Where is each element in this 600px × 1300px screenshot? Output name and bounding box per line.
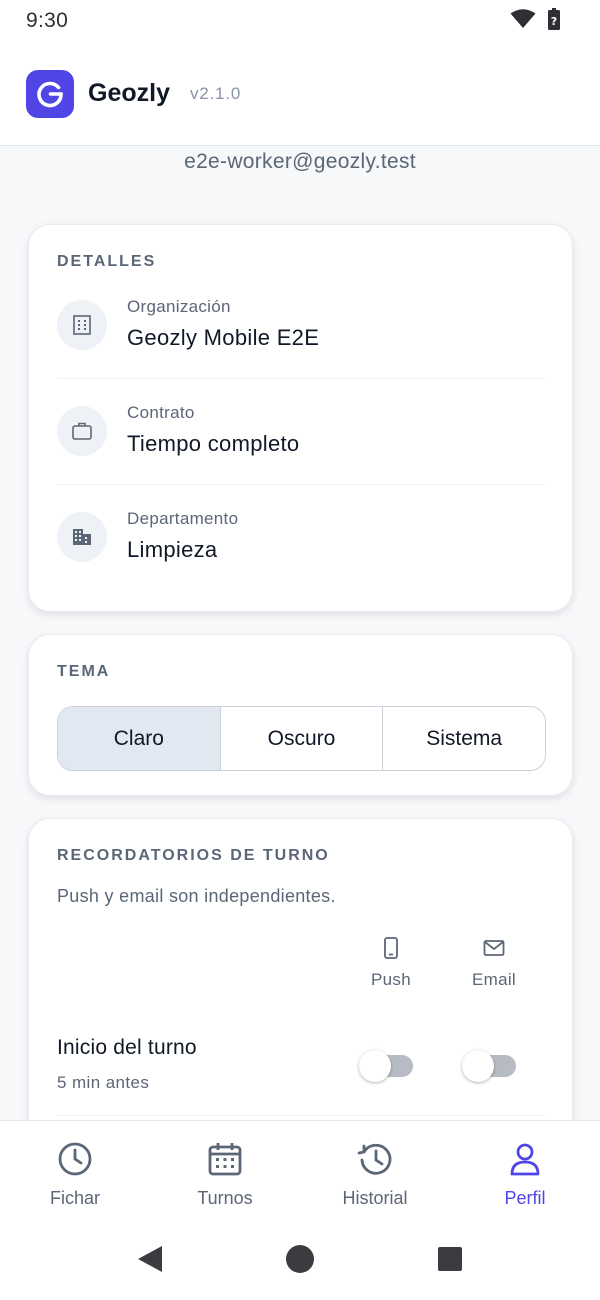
detail-value: Geozly Mobile E2E [127,325,320,350]
department-icon [57,512,107,562]
calendar-icon [207,1141,243,1182]
detail-value: Tiempo completo [127,431,300,456]
app-logo [26,69,74,118]
details-card: DETALLES Organización Geozly Mobile E2E [28,224,573,612]
app-header: Geozly v2.1.0 [0,42,600,146]
phone-icon [383,937,399,963]
status-icons: ? [510,7,560,35]
toggle-thumb [359,1050,391,1082]
back-icon[interactable] [138,1246,162,1272]
channel-email-header: Email [464,937,524,990]
building-icon [57,300,107,350]
detail-value: Limpieza [127,537,218,562]
channel-push-label: Push [371,970,411,989]
system-nav-bar [0,1224,600,1300]
detail-row-contract: Contrato Tiempo completo [57,379,546,485]
nav-label: Turnos [197,1188,253,1208]
reminder-title: Inicio del turno [57,1036,197,1059]
theme-selector[interactable]: Claro Oscuro Sistema [57,706,546,771]
mail-icon [483,940,505,963]
home-icon[interactable] [286,1245,314,1273]
status-time: 9:30 [26,9,69,32]
briefcase-icon [57,406,107,456]
recents-icon[interactable] [438,1247,462,1271]
nav-item-historial[interactable]: Historial [300,1121,450,1224]
profile-content[interactable]: e2e-worker@geozly.test DETALLES Organiza… [0,146,600,1120]
user-email: e2e-worker@geozly.test [184,150,416,173]
theme-card: TEMA Claro Oscuro Sistema [28,634,573,796]
geozly-logo-icon [37,81,63,107]
reminder-push-toggle[interactable] [359,1050,415,1082]
detail-label: Contrato [127,403,195,422]
clock-icon [57,1141,93,1182]
battery-icon: ? [548,7,560,35]
person-icon [507,1141,543,1182]
theme-option-system[interactable]: Sistema [383,707,545,770]
detail-label: Organización [127,297,231,316]
status-bar: 9:30 ? [0,0,600,42]
svg-text:?: ? [551,15,557,28]
toggle-thumb [462,1050,494,1082]
nav-item-turnos[interactable]: Turnos [150,1121,300,1224]
nav-label: Fichar [49,1188,100,1208]
theme-title: TEMA [57,663,111,680]
reminder-subtitle: 5 min antes [57,1073,150,1092]
nav-item-fichar[interactable]: Fichar [0,1121,150,1224]
theme-option-dark[interactable]: Oscuro [221,707,384,770]
history-icon [357,1141,393,1182]
wifi-icon [510,8,536,34]
reminder-divider [57,1115,546,1116]
channel-email-label: Email [471,970,516,989]
nav-label: Historial [342,1188,408,1208]
bottom-nav: Fichar Turnos Historial Perfil [0,1120,600,1224]
nav-item-perfil[interactable]: Perfil [450,1121,600,1224]
detail-row-department: Departamento Limpieza [57,485,546,591]
reminders-subtitle: Push y email son independientes. [57,886,336,906]
app-name: Geozly [88,79,170,107]
detail-label: Departamento [127,509,239,528]
channel-push-header: Push [361,937,421,990]
details-title: DETALLES [57,253,157,270]
theme-option-light[interactable]: Claro [58,707,221,770]
shift-reminders-card: RECORDATORIOS DE TURNO Push y email son … [28,818,573,1120]
detail-row-organization: Organización Geozly Mobile E2E [57,273,546,379]
reminders-title: RECORDATORIOS DE TURNO [57,847,330,864]
app-version: v2.1.0 [189,83,242,103]
nav-label: Perfil [504,1188,546,1208]
reminder-email-toggle[interactable] [462,1050,518,1082]
